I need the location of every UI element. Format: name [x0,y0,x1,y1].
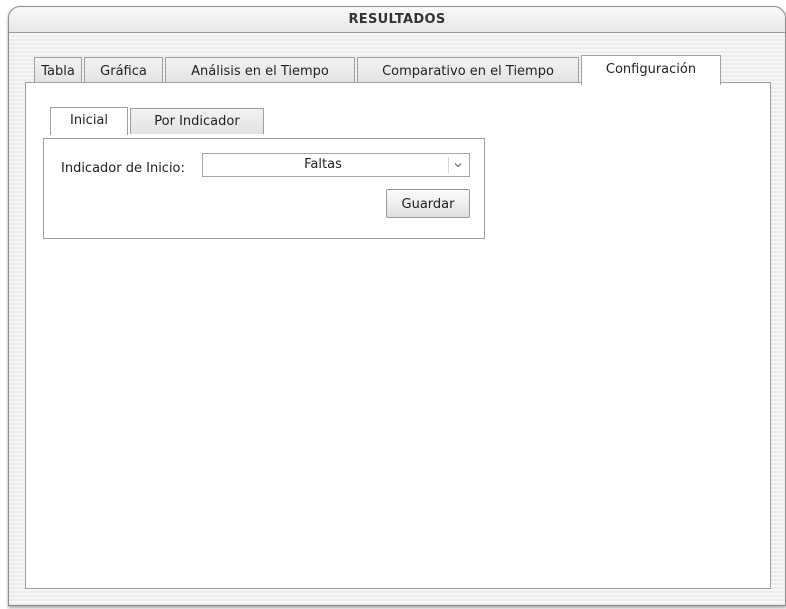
subtab-por-indicador[interactable]: Por Indicador [130,108,264,134]
initial-settings-panel: Indicador de Inicio: Faltas Guardar [43,138,485,239]
tab-comparativo-en-el-tiempo[interactable]: Comparativo en el Tiempo [357,57,579,84]
results-window: RESULTADOS Tabla Gráfica Análisis en el … [8,6,786,606]
tab-tabla[interactable]: Tabla [34,57,82,84]
start-indicator-label: Indicador de Inicio: [61,161,185,176]
window-title: RESULTADOS [9,7,785,33]
chevron-down-icon[interactable] [448,157,466,173]
tab-configuracion[interactable]: Configuración [581,55,721,85]
save-button[interactable]: Guardar [386,189,470,218]
subtab-inicial[interactable]: Inicial [50,107,128,135]
start-indicator-select[interactable]: Faltas [202,153,470,177]
tab-analisis-en-el-tiempo[interactable]: Análisis en el Tiempo [165,57,355,84]
tab-grafica[interactable]: Gráfica [84,57,163,84]
start-indicator-value: Faltas [304,157,342,172]
configuration-panel: Inicial Por Indicador Indicador de Inici… [25,82,771,589]
